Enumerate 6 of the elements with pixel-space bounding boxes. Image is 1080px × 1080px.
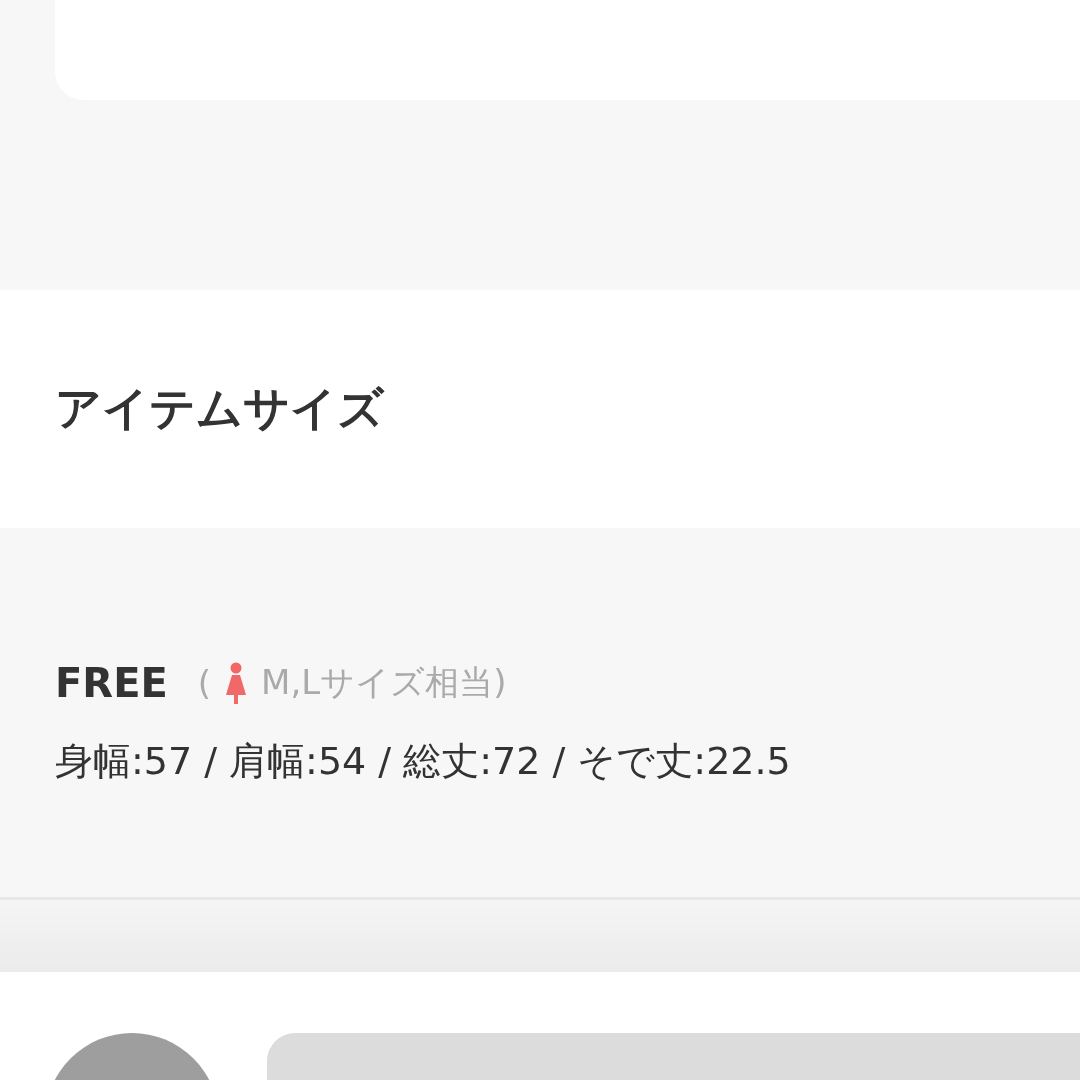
woman-icon <box>225 662 248 704</box>
size-label: FREE <box>55 660 168 706</box>
size-note-paren: ( <box>197 663 212 703</box>
size-measurements: 身幅:57 / 肩幅:54 / 総丈:72 / そで丈:22.5 <box>55 738 792 785</box>
size-note: M,Lサイズ相当) <box>261 661 507 704</box>
section-title: アイテムサイズ <box>55 380 384 437</box>
